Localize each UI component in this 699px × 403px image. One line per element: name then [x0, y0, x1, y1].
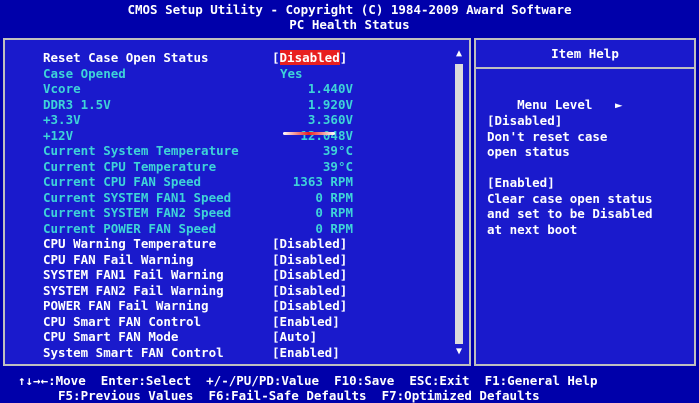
setting-value: 1363 RPM	[292, 174, 353, 189]
scrollbar[interactable]: ▲ ▼	[454, 48, 464, 358]
footer-keys-line1: ↑↓→←:Move Enter:Select +/-/PU/PD:Value F…	[18, 373, 598, 388]
setting-label: CPU Warning Temperature	[43, 236, 217, 251]
setting-label: CPU Smart FAN Mode	[43, 329, 179, 344]
setting-value: Yes	[280, 65, 303, 81]
help-title: Item Help	[551, 46, 619, 61]
help-line: and set to be Disabled	[487, 206, 653, 221]
setting-label: POWER FAN Fail Warning	[43, 298, 209, 313]
setting-value[interactable]: [Disabled]	[272, 50, 347, 65]
setting-label: Vcore	[43, 81, 81, 96]
setting-value[interactable]: [Enabled]	[272, 314, 340, 329]
setting-label: CPU FAN Fail Warning	[43, 251, 194, 267]
help-line: [Enabled]	[487, 175, 555, 190]
setting-label: SYSTEM FAN2 Fail Warning	[43, 282, 224, 298]
settings-panel: Reset Case Open Status [Disabled] Case Ope…	[3, 38, 471, 366]
title-bar: CMOS Setup Utility - Copyright (C) 1984-…	[0, 0, 699, 36]
help-line: [Disabled]	[487, 113, 563, 128]
setting-label: +12V	[43, 127, 74, 143]
setting-value[interactable]: [Auto]	[272, 329, 317, 344]
item-help-panel: Item Help Menu Level ► [Disabled] Don't r…	[474, 38, 696, 366]
page-title: PC Health Status	[289, 17, 410, 32]
mouse-cursor-underline	[283, 132, 335, 135]
setting-value: 0 RPM	[315, 205, 353, 220]
setting-label: SYSTEM FAN1 Fail Warning	[43, 267, 224, 282]
help-line: open status	[487, 144, 570, 159]
setting-label: Current SYSTEM FAN1 Speed	[43, 189, 232, 205]
scroll-track[interactable]	[455, 64, 463, 344]
right-arrow-icon: ►	[614, 97, 623, 112]
setting-value: 12.048V	[300, 127, 353, 143]
help-line: Don't reset case	[487, 128, 608, 144]
setting-value[interactable]: [Disabled]	[272, 267, 347, 282]
setting-value: 39°C	[322, 143, 353, 158]
scroll-down-icon[interactable]: ▼	[454, 346, 464, 358]
setting-label: Current System Temperature	[43, 143, 239, 158]
setting-value[interactable]: [Disabled]	[272, 283, 347, 298]
setting-value: 0 RPM	[315, 220, 353, 236]
menu-level-line: Menu Level ►	[487, 82, 622, 112]
setting-label: Current CPU Temperature	[43, 158, 217, 174]
setting-value: 1.440V	[307, 81, 353, 96]
setting-label: Current CPU FAN Speed	[43, 174, 202, 189]
app-title: CMOS Setup Utility - Copyright (C) 1984-…	[127, 2, 572, 17]
setting-label: +3.3V	[43, 112, 81, 127]
setting-value[interactable]: [Disabled]	[272, 236, 347, 251]
help-divider	[476, 67, 694, 69]
help-line: Clear case open status	[487, 190, 653, 206]
scroll-up-icon[interactable]: ▲	[454, 48, 464, 60]
setting-label: Case Opened	[43, 65, 126, 81]
setting-label: DDR3 1.5V	[43, 96, 111, 112]
setting-value: 1.920V	[307, 96, 353, 112]
setting-value: 0 RPM	[315, 189, 353, 205]
setting-value[interactable]: [Disabled]	[272, 252, 347, 267]
footer: ↑↓→←:Move Enter:Select +/-/PU/PD:Value F…	[0, 370, 699, 403]
setting-value[interactable]: [Enabled]	[272, 345, 340, 360]
setting-value: 3.360V	[307, 112, 353, 127]
setting-label: Current SYSTEM FAN2 Speed	[43, 205, 232, 220]
selected-value-highlight[interactable]: Disabled	[279, 50, 340, 65]
setting-label: System Smart FAN Control	[43, 344, 224, 360]
footer-keys-line2: F5:Previous Values F6:Fail-Safe Defaults…	[58, 388, 540, 403]
menu-level-label: Menu Level	[517, 97, 593, 112]
setting-value[interactable]: [Disabled]	[272, 298, 347, 313]
setting-label: Current POWER FAN Speed	[43, 220, 217, 236]
setting-value: 39°C	[322, 158, 353, 174]
help-line: at next boot	[487, 221, 578, 237]
setting-label: CPU Smart FAN Control	[43, 313, 202, 329]
setting-label: Reset Case Open Status	[43, 50, 209, 65]
